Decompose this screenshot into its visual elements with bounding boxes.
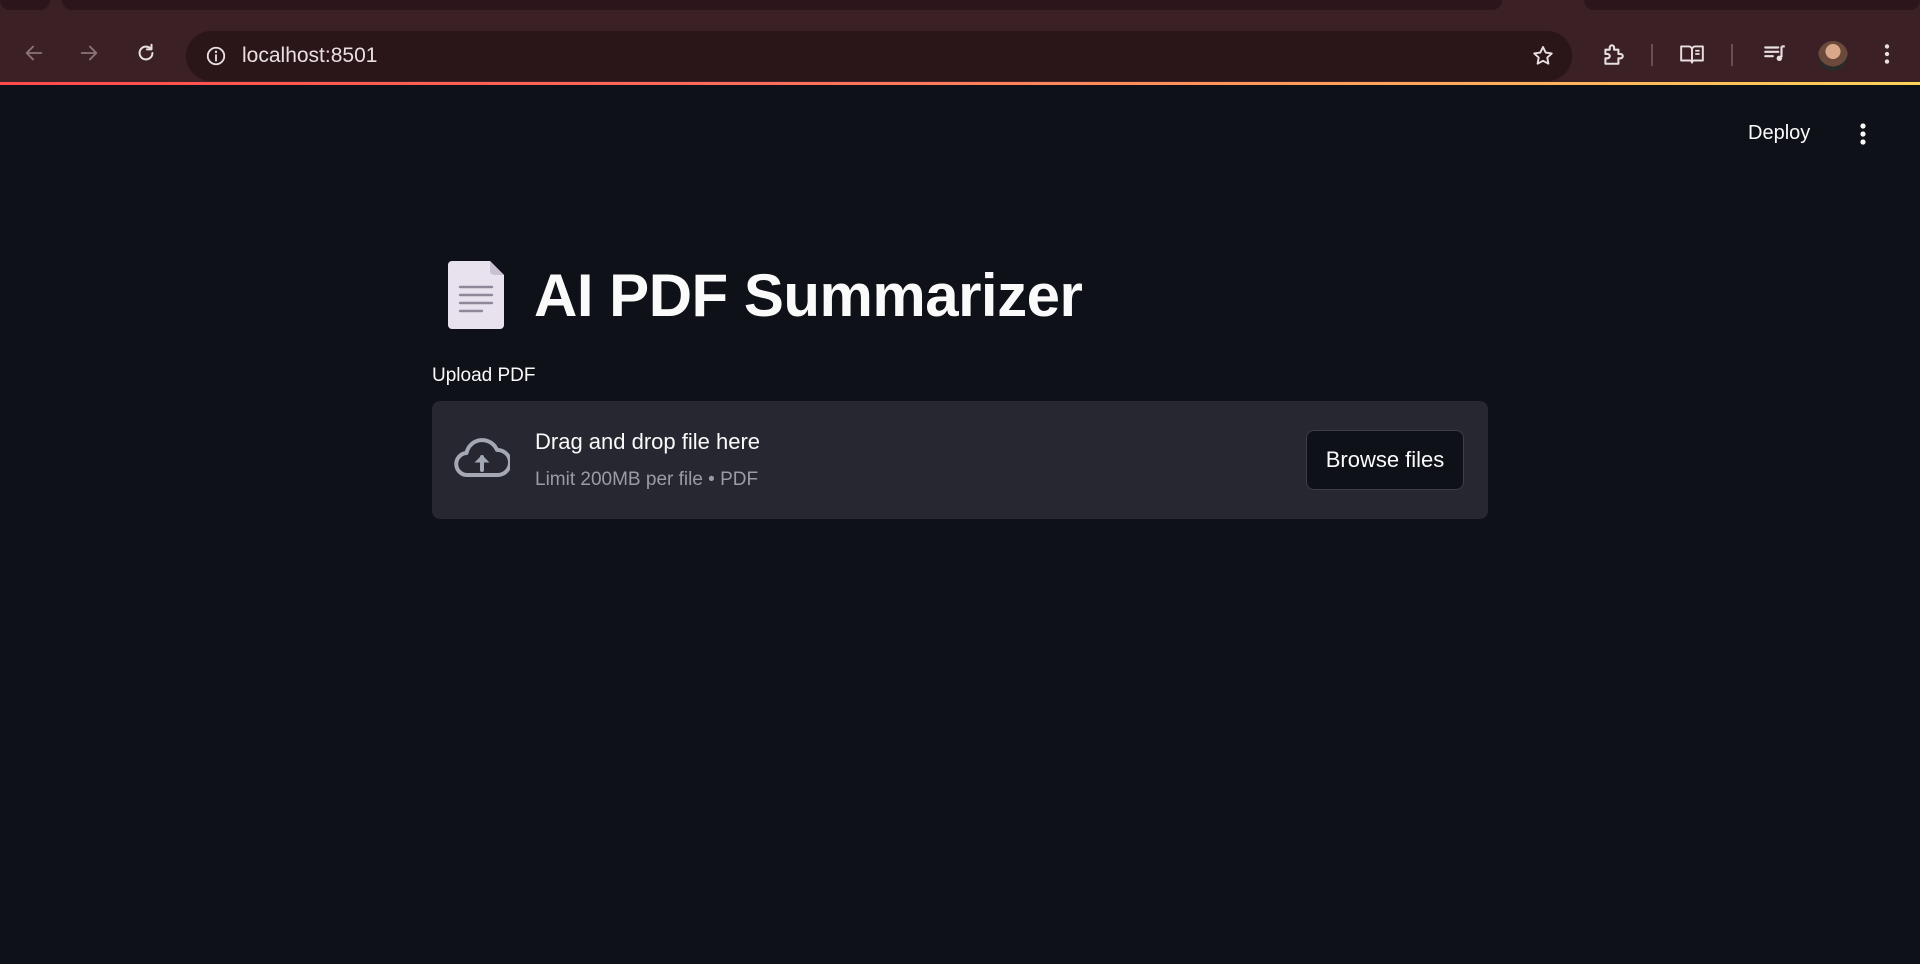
dropzone-instructions: Drag and drop file here — [535, 429, 761, 454]
app-menu-button[interactable] — [1850, 117, 1876, 151]
address-bar[interactable]: localhost:8501 — [186, 31, 1572, 81]
tab-inactive[interactable] — [0, 0, 50, 10]
browse-files-button[interactable]: Browse files — [1306, 430, 1464, 490]
uploader-label: Upload PDF — [432, 365, 536, 386]
kebab-menu-icon — [1860, 123, 1866, 145]
book-open-icon — [1680, 45, 1704, 64]
arrow-right-icon — [80, 45, 98, 61]
app-main: Deploy AI PDF Summarizer Upload PDF Drag… — [0, 85, 1920, 964]
tab-inactive[interactable] — [62, 0, 1502, 10]
bookmark-button[interactable] — [1528, 41, 1558, 71]
tab-strip — [0, 0, 1920, 11]
tab-inactive[interactable] — [1584, 0, 1920, 10]
reading-mode-button[interactable] — [1675, 37, 1709, 71]
forward-button[interactable] — [69, 33, 109, 73]
page-title-row: AI PDF Summarizer — [446, 255, 1083, 335]
site-info-button[interactable] — [200, 40, 232, 72]
back-button[interactable] — [14, 33, 54, 73]
browser-menu-button[interactable] — [1870, 37, 1904, 71]
toolbar-divider — [1731, 44, 1733, 66]
url-text[interactable]: localhost:8501 — [242, 44, 377, 68]
playlist-music-icon — [1764, 45, 1785, 62]
browser-chrome: localhost:8501 — [0, 0, 1920, 82]
reload-button[interactable] — [126, 33, 166, 73]
extensions-button[interactable] — [1596, 37, 1630, 71]
profile-avatar[interactable] — [1818, 41, 1848, 71]
puzzle-icon — [1604, 44, 1624, 65]
browser-toolbar: localhost:8501 — [0, 11, 1920, 82]
reload-icon — [138, 43, 154, 61]
media-controls-button[interactable] — [1758, 37, 1792, 71]
cloud-upload-icon — [454, 438, 510, 477]
arrow-left-icon — [25, 45, 43, 61]
dropzone-limit-text: Limit 200MB per file • PDF — [535, 469, 759, 490]
file-dropzone[interactable]: Drag and drop file here Limit 200MB per … — [432, 401, 1488, 519]
kebab-menu-icon — [1884, 44, 1890, 64]
toolbar-divider — [1651, 44, 1653, 66]
deploy-button[interactable]: Deploy — [1748, 122, 1810, 145]
info-icon — [206, 46, 226, 66]
page-title: AI PDF Summarizer — [534, 261, 1083, 329]
star-icon — [1533, 46, 1553, 65]
document-icon — [448, 261, 504, 329]
